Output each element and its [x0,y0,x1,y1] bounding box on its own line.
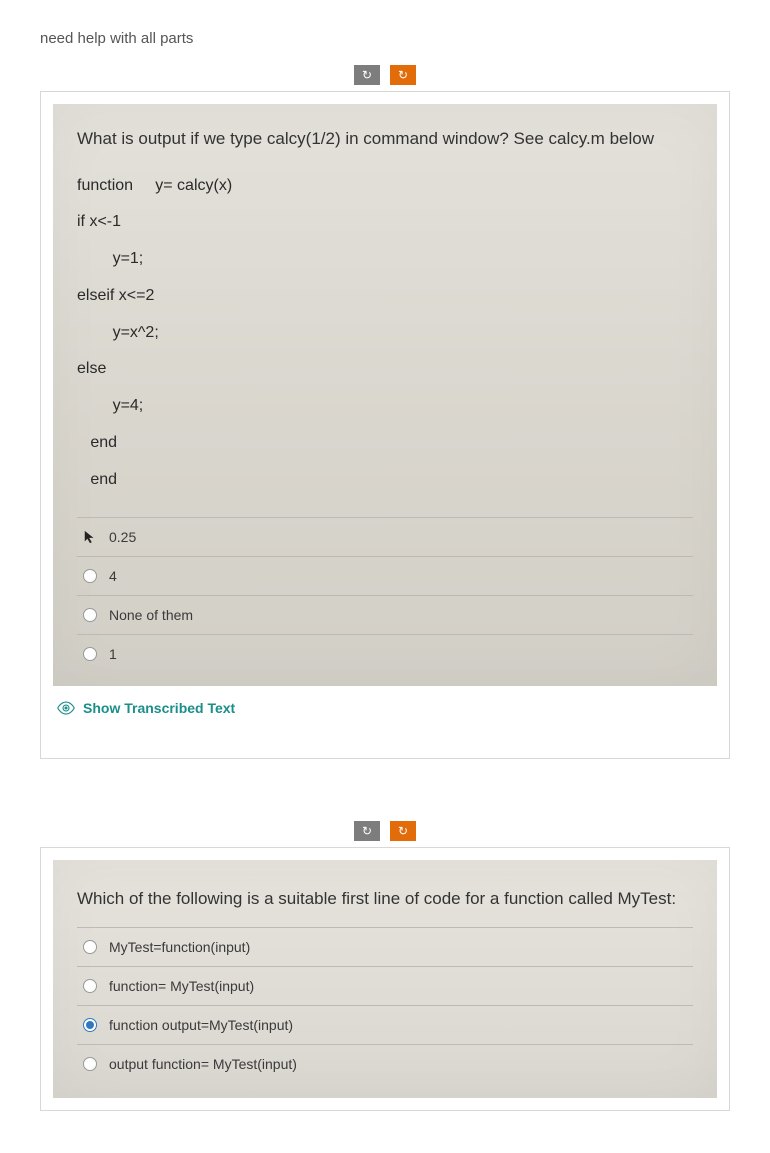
option-row[interactable]: function= MyTest(input) [77,967,693,1006]
option-row[interactable]: MyTest=function(input) [77,928,693,967]
code-block: function y= calcy(x) if x<-1 y=1; elseif… [77,168,693,499]
option-row[interactable]: None of them [77,596,693,635]
undo-icon: ↻ [362,824,372,838]
code-line: else [77,351,693,388]
undo-button[interactable]: ↻ [354,65,380,85]
option-label: 0.25 [109,529,136,545]
question-card-2: Which of the following is a suitable fir… [40,847,730,1112]
toolbar-2: ↻ ↻ [40,821,730,841]
option-list-2: MyTest=function(input) function= MyTest(… [77,927,693,1086]
redo-icon: ↻ [398,68,408,82]
code-line: y=x^2; [77,315,693,352]
code-line: end [77,425,693,462]
option-label: function output=MyTest(input) [109,1017,293,1033]
radio-icon [83,608,97,622]
toolbar-1: ↻ ↻ [40,65,730,85]
option-label: None of them [109,607,193,623]
radio-icon [83,647,97,661]
redo-button[interactable]: ↻ [390,821,416,841]
code-line: end [77,462,693,499]
undo-icon: ↻ [362,68,372,82]
question-prompt: Which of the following is a suitable fir… [77,886,693,912]
option-label: 1 [109,646,117,662]
code-line: elseif x<=2 [77,278,693,315]
option-row[interactable]: function output=MyTest(input) [77,1006,693,1045]
radio-icon [83,569,97,583]
option-label: 4 [109,568,117,584]
code-line: y=4; [77,388,693,425]
redo-icon: ↻ [398,824,408,838]
question-card-1: What is output if we type calcy(1/2) in … [40,91,730,759]
undo-button[interactable]: ↻ [354,821,380,841]
show-transcribed-button[interactable]: Show Transcribed Text [57,700,713,716]
radio-icon [83,1018,97,1032]
code-line: function y= calcy(x) [77,168,693,205]
page-heading: need help with all parts [40,30,730,47]
option-row[interactable]: output function= MyTest(input) [77,1045,693,1086]
redo-button[interactable]: ↻ [390,65,416,85]
question-prompt: What is output if we type calcy(1/2) in … [77,126,693,152]
option-row[interactable]: 0.25 [77,518,693,557]
show-transcribed-label: Show Transcribed Text [83,700,235,716]
radio-icon [83,979,97,993]
option-row[interactable]: 4 [77,557,693,596]
radio-icon [83,1057,97,1071]
cursor-icon [83,530,97,544]
radio-icon [83,940,97,954]
option-label: MyTest=function(input) [109,939,250,955]
option-label: function= MyTest(input) [109,978,254,994]
quiz-panel-1: What is output if we type calcy(1/2) in … [53,104,717,686]
quiz-panel-2: Which of the following is a suitable fir… [53,860,717,1099]
code-line: y=1; [77,241,693,278]
option-row[interactable]: 1 [77,635,693,676]
option-label: output function= MyTest(input) [109,1056,297,1072]
code-line: if x<-1 [77,204,693,241]
option-list-1: 0.25 4 None of them 1 [77,517,693,676]
eye-icon [57,701,75,715]
